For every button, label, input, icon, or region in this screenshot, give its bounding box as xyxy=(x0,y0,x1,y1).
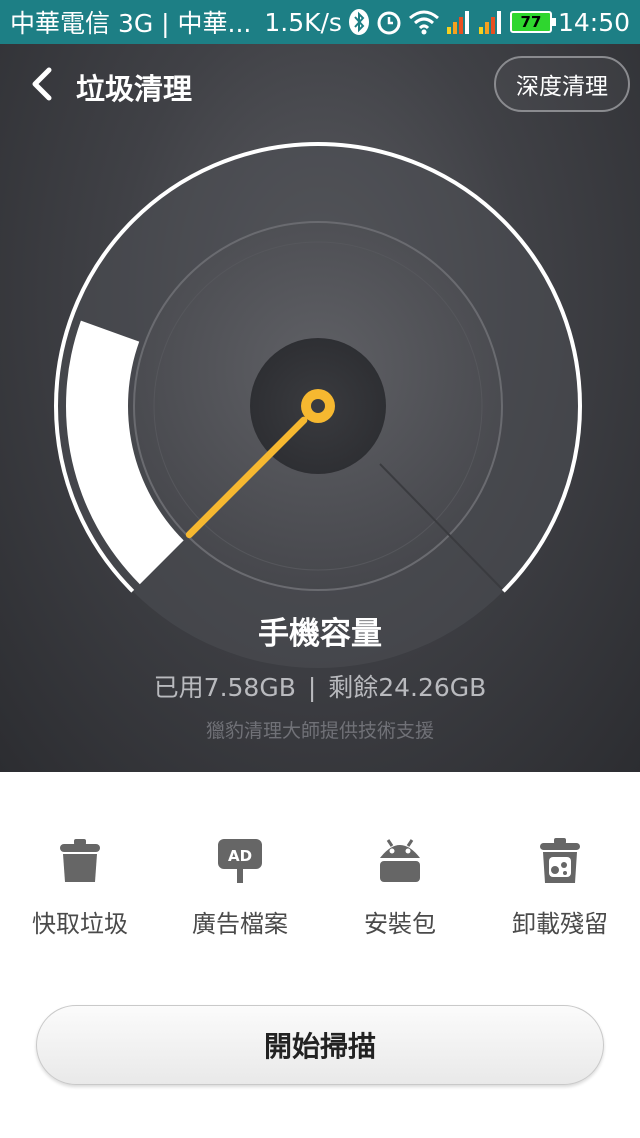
category-apk-files[interactable]: 安裝包 xyxy=(320,836,480,946)
start-scan-button[interactable]: 開始掃描 xyxy=(36,1005,604,1085)
category-label: 快取垃圾 xyxy=(32,910,128,938)
clock: 14:50 xyxy=(557,7,630,37)
powered-by-text: 獵豹清理大師提供技術支援 xyxy=(205,720,434,742)
storage-title: 手機容量 xyxy=(258,616,382,652)
storage-gauge xyxy=(54,142,582,668)
storage-separator: | xyxy=(307,673,317,702)
category-label: 廣告檔案 xyxy=(192,910,288,938)
network-speed: 1.5K/s xyxy=(264,7,342,37)
trash-can-icon xyxy=(56,836,104,886)
category-uninstall-residue[interactable]: 卸載殘留 xyxy=(480,836,640,946)
alarm-icon xyxy=(376,9,402,35)
carrier-name: 中華電信 3G | 中華... xyxy=(10,9,252,38)
storage-remaining: 剩餘24.26GB xyxy=(328,673,487,702)
chevron-left-icon xyxy=(32,67,52,101)
back-button[interactable] xyxy=(22,64,62,104)
residue-bin-icon xyxy=(536,836,584,886)
top-bar: 垃圾清理 深度清理 xyxy=(0,44,640,126)
bluetooth-icon xyxy=(348,8,370,36)
svg-text:AD: AD xyxy=(228,847,252,865)
ad-sign-icon: AD xyxy=(216,836,264,886)
storage-panel: 垃圾清理 深度清理 手機容量 已用7.58GB | 剩餘24.26GB 獵豹清理… xyxy=(0,44,640,772)
storage-detail: 已用7.58GB | 剩餘24.26GB xyxy=(0,668,640,704)
junk-categories: 快取垃圾 AD 廣告檔案 安裝包 卸載殘留 xyxy=(0,836,640,946)
status-bar: 中華電信 3G | 中華... 1.5K/s 77 14:50 xyxy=(0,0,640,44)
page-title: 垃圾清理 xyxy=(76,72,193,106)
category-ad-files[interactable]: AD 廣告檔案 xyxy=(160,836,320,946)
deep-clean-button[interactable]: 深度清理 xyxy=(494,56,630,112)
android-icon xyxy=(376,836,424,886)
storage-used: 已用7.58GB xyxy=(153,673,296,702)
category-cache-junk[interactable]: 快取垃圾 xyxy=(0,836,160,946)
signal-icon xyxy=(478,9,504,35)
signal-icon xyxy=(446,9,472,35)
battery-icon: 77 xyxy=(509,11,556,33)
wifi-icon xyxy=(408,9,440,35)
status-icons: 1.5K/s 77 14:50 xyxy=(264,8,630,37)
gauge-needle-pivot-center xyxy=(311,399,325,413)
category-label: 安裝包 xyxy=(364,910,436,938)
category-label: 卸載殘留 xyxy=(512,910,608,938)
